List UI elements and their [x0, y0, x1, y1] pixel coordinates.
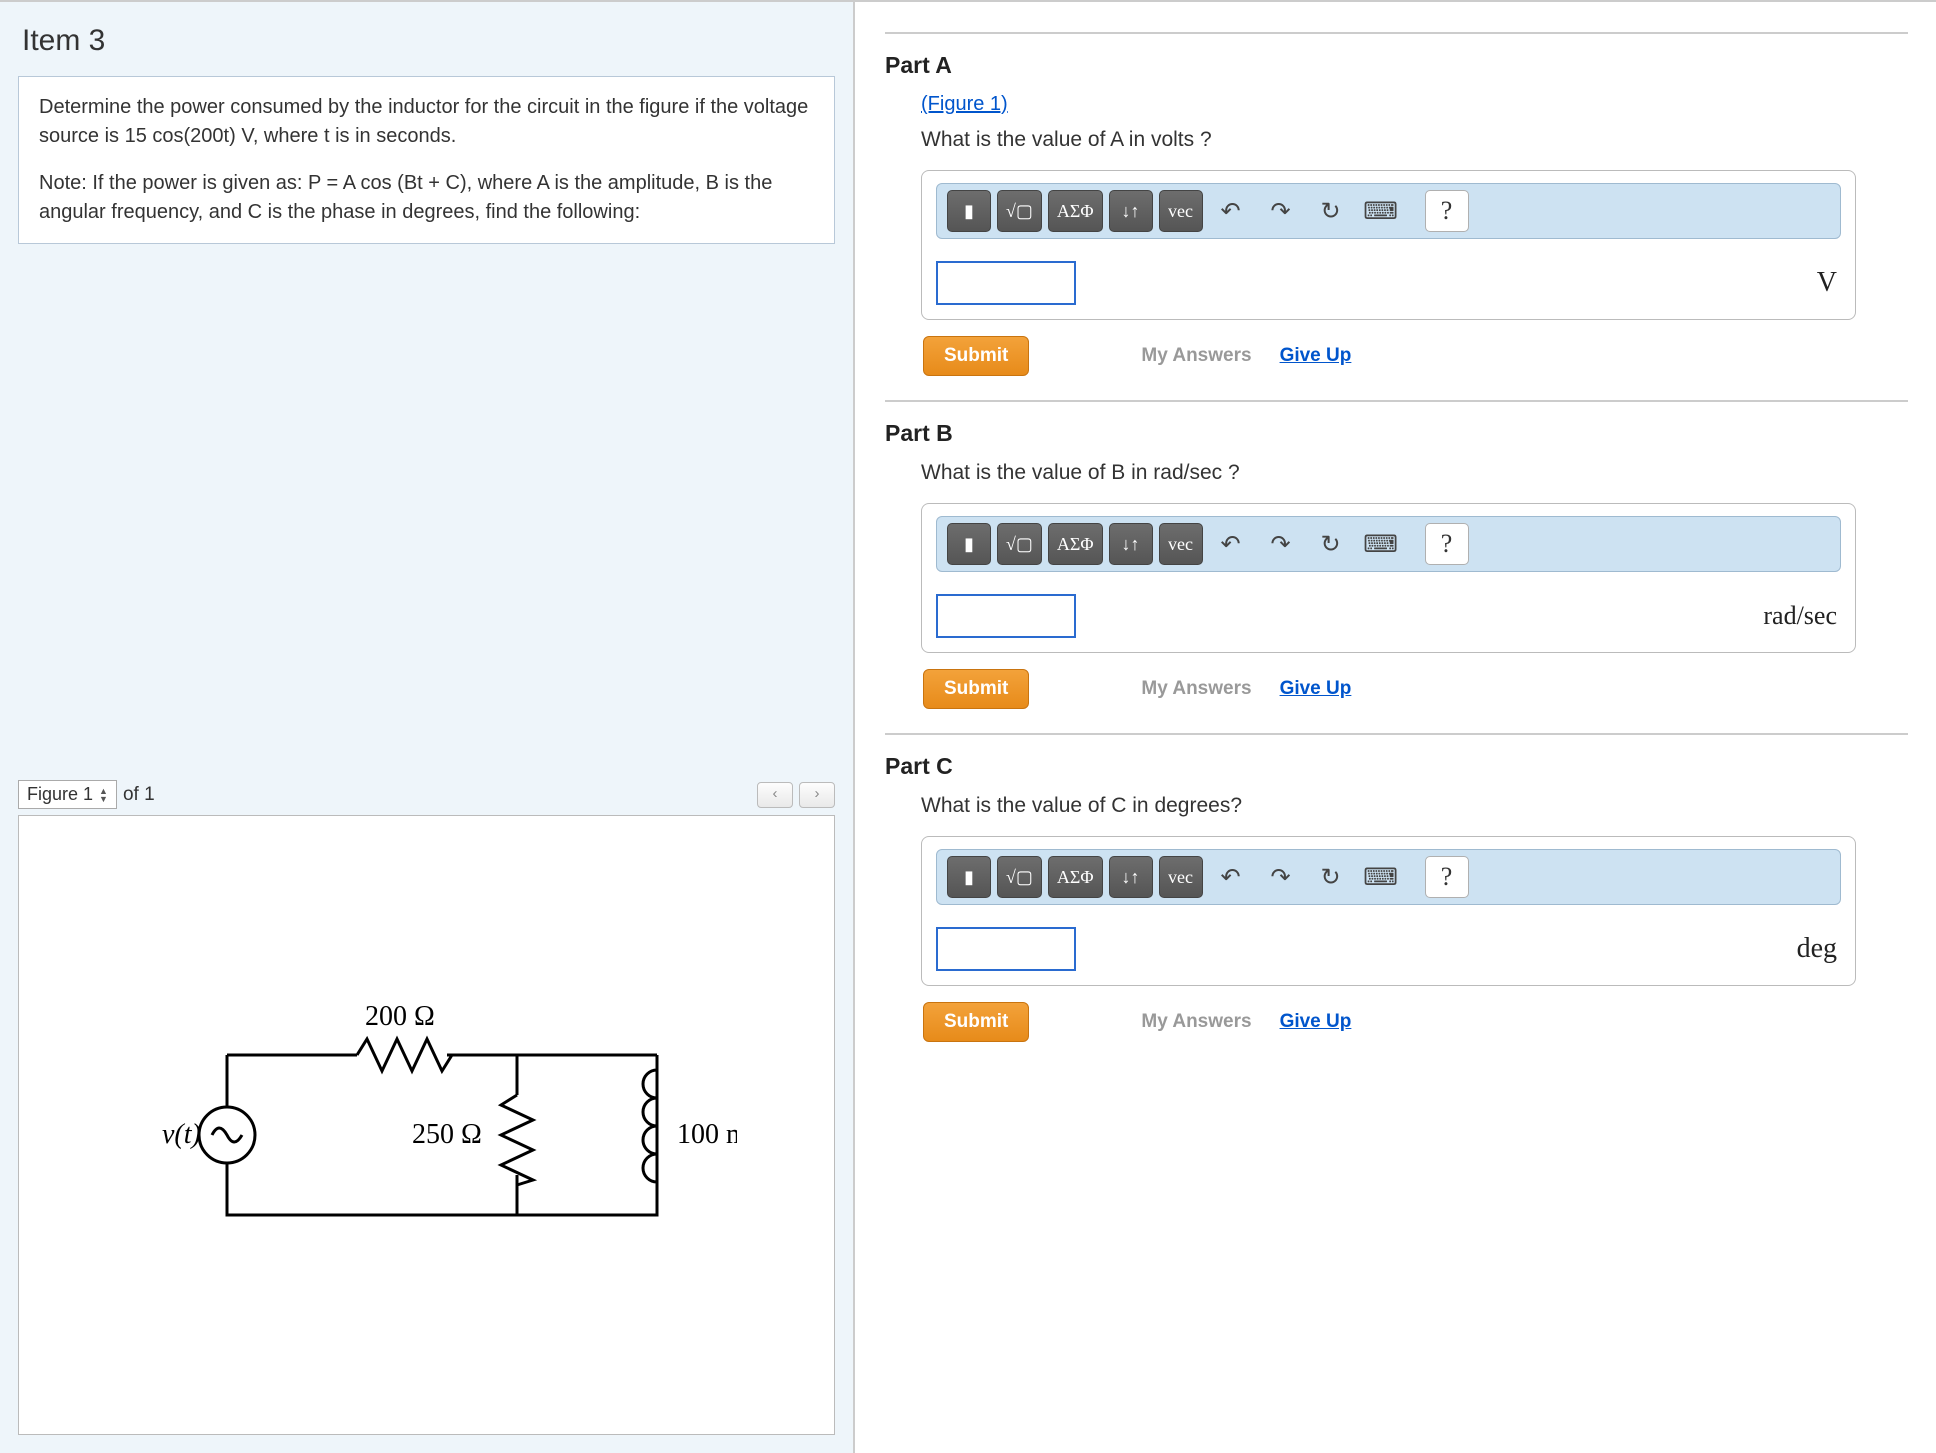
sqrt-button[interactable]: √▢ [997, 190, 1042, 232]
part-a-unit: V [1817, 267, 1841, 299]
subscript-button[interactable]: ↓↑ [1109, 856, 1153, 898]
equation-toolbar: ▮ √▢ ΑΣΦ ↓↑ vec ↶ ↷ ↻ ⌨ ? [936, 516, 1841, 572]
part-a-submit-button[interactable]: Submit [923, 336, 1029, 376]
give-up-link[interactable]: Give Up [1280, 1011, 1352, 1033]
source-label: v(t) [162, 1119, 201, 1150]
equation-toolbar: ▮ √▢ ΑΣΦ ↓↑ vec ↶ ↷ ↻ ⌨ ? [936, 183, 1841, 239]
part-b-input[interactable] [936, 594, 1076, 638]
r2-label: 250 Ω [412, 1119, 482, 1150]
keyboard-icon[interactable]: ⌨ [1359, 523, 1403, 565]
undo-icon[interactable]: ↶ [1209, 523, 1253, 565]
item-title: Item 3 [22, 24, 835, 58]
figure-next-button[interactable]: › [799, 782, 835, 808]
sqrt-button[interactable]: √▢ [997, 856, 1042, 898]
figure-header: Figure 1 ▲▼ of 1 ‹ › [18, 776, 835, 815]
redo-icon[interactable]: ↷ [1259, 523, 1303, 565]
part-c-input[interactable] [936, 927, 1076, 971]
circuit-diagram: v(t) 200 Ω 250 Ω 100 mH [117, 935, 737, 1315]
keyboard-icon[interactable]: ⌨ [1359, 190, 1403, 232]
undo-icon[interactable]: ↶ [1209, 856, 1253, 898]
figure-link[interactable]: (Figure 1) [921, 93, 1008, 116]
part-c: Part C What is the value of C in degrees… [885, 733, 1908, 1042]
part-b-question: What is the value of B in rad/sec ? [921, 461, 1908, 485]
template-button[interactable]: ▮ [947, 523, 991, 565]
part-c-answer-panel: ▮ √▢ ΑΣΦ ↓↑ vec ↶ ↷ ↻ ⌨ ? deg [921, 836, 1856, 986]
part-a-question: What is the value of A in volts ? [921, 128, 1908, 152]
part-b: Part B What is the value of B in rad/sec… [885, 400, 1908, 709]
part-c-question: What is the value of C in degrees? [921, 794, 1908, 818]
template-button[interactable]: ▮ [947, 856, 991, 898]
reset-icon[interactable]: ↻ [1309, 856, 1353, 898]
figure-count: of 1 [123, 784, 155, 806]
right-panel: Part A (Figure 1) What is the value of A… [855, 0, 1936, 1453]
my-answers-link[interactable]: My Answers [1141, 1011, 1251, 1033]
part-a: Part A (Figure 1) What is the value of A… [885, 32, 1908, 376]
part-b-submit-button[interactable]: Submit [923, 669, 1029, 709]
prompt-box: Determine the power consumed by the indu… [18, 76, 835, 244]
prompt-text-1: Determine the power consumed by the indu… [39, 93, 814, 151]
sqrt-button[interactable]: √▢ [997, 523, 1042, 565]
part-a-answer-panel: ▮ √▢ ΑΣΦ ↓↑ vec ↶ ↷ ↻ ⌨ ? V [921, 170, 1856, 320]
greek-button[interactable]: ΑΣΦ [1048, 523, 1103, 565]
vec-button[interactable]: vec [1159, 523, 1203, 565]
figure-prev-button[interactable]: ‹ [757, 782, 793, 808]
help-button[interactable]: ? [1425, 523, 1469, 565]
keyboard-icon[interactable]: ⌨ [1359, 856, 1403, 898]
help-button[interactable]: ? [1425, 856, 1469, 898]
figure-selector[interactable]: Figure 1 ▲▼ [18, 780, 117, 809]
template-button[interactable]: ▮ [947, 190, 991, 232]
figure-canvas: v(t) 200 Ω 250 Ω 100 mH [18, 815, 835, 1435]
equation-toolbar: ▮ √▢ ΑΣΦ ↓↑ vec ↶ ↷ ↻ ⌨ ? [936, 849, 1841, 905]
give-up-link[interactable]: Give Up [1280, 678, 1352, 700]
part-b-unit: rad/sec [1763, 601, 1841, 631]
r1-label: 200 Ω [365, 1001, 435, 1032]
figure-selector-label: Figure 1 [27, 784, 93, 805]
part-b-title: Part B [885, 420, 1908, 447]
subscript-button[interactable]: ↓↑ [1109, 523, 1153, 565]
give-up-link[interactable]: Give Up [1280, 345, 1352, 367]
figure-area: Figure 1 ▲▼ of 1 ‹ › [18, 776, 835, 1435]
reset-icon[interactable]: ↻ [1309, 523, 1353, 565]
stepper-icon: ▲▼ [99, 787, 108, 803]
part-a-title: Part A [885, 52, 1908, 79]
subscript-button[interactable]: ↓↑ [1109, 190, 1153, 232]
greek-button[interactable]: ΑΣΦ [1048, 856, 1103, 898]
vec-button[interactable]: vec [1159, 856, 1203, 898]
part-c-title: Part C [885, 753, 1908, 780]
redo-icon[interactable]: ↷ [1259, 190, 1303, 232]
part-c-unit: deg [1797, 933, 1841, 965]
undo-icon[interactable]: ↶ [1209, 190, 1253, 232]
vec-button[interactable]: vec [1159, 190, 1203, 232]
my-answers-link[interactable]: My Answers [1141, 678, 1251, 700]
greek-button[interactable]: ΑΣΦ [1048, 190, 1103, 232]
my-answers-link[interactable]: My Answers [1141, 345, 1251, 367]
redo-icon[interactable]: ↷ [1259, 856, 1303, 898]
help-button[interactable]: ? [1425, 190, 1469, 232]
part-c-submit-button[interactable]: Submit [923, 1002, 1029, 1042]
prompt-text-2: Note: If the power is given as: P = A co… [39, 169, 814, 227]
left-panel: Item 3 Determine the power consumed by t… [0, 0, 855, 1453]
reset-icon[interactable]: ↻ [1309, 190, 1353, 232]
inductor-label: 100 mH [677, 1119, 737, 1150]
part-a-input[interactable] [936, 261, 1076, 305]
part-b-answer-panel: ▮ √▢ ΑΣΦ ↓↑ vec ↶ ↷ ↻ ⌨ ? rad/sec [921, 503, 1856, 653]
